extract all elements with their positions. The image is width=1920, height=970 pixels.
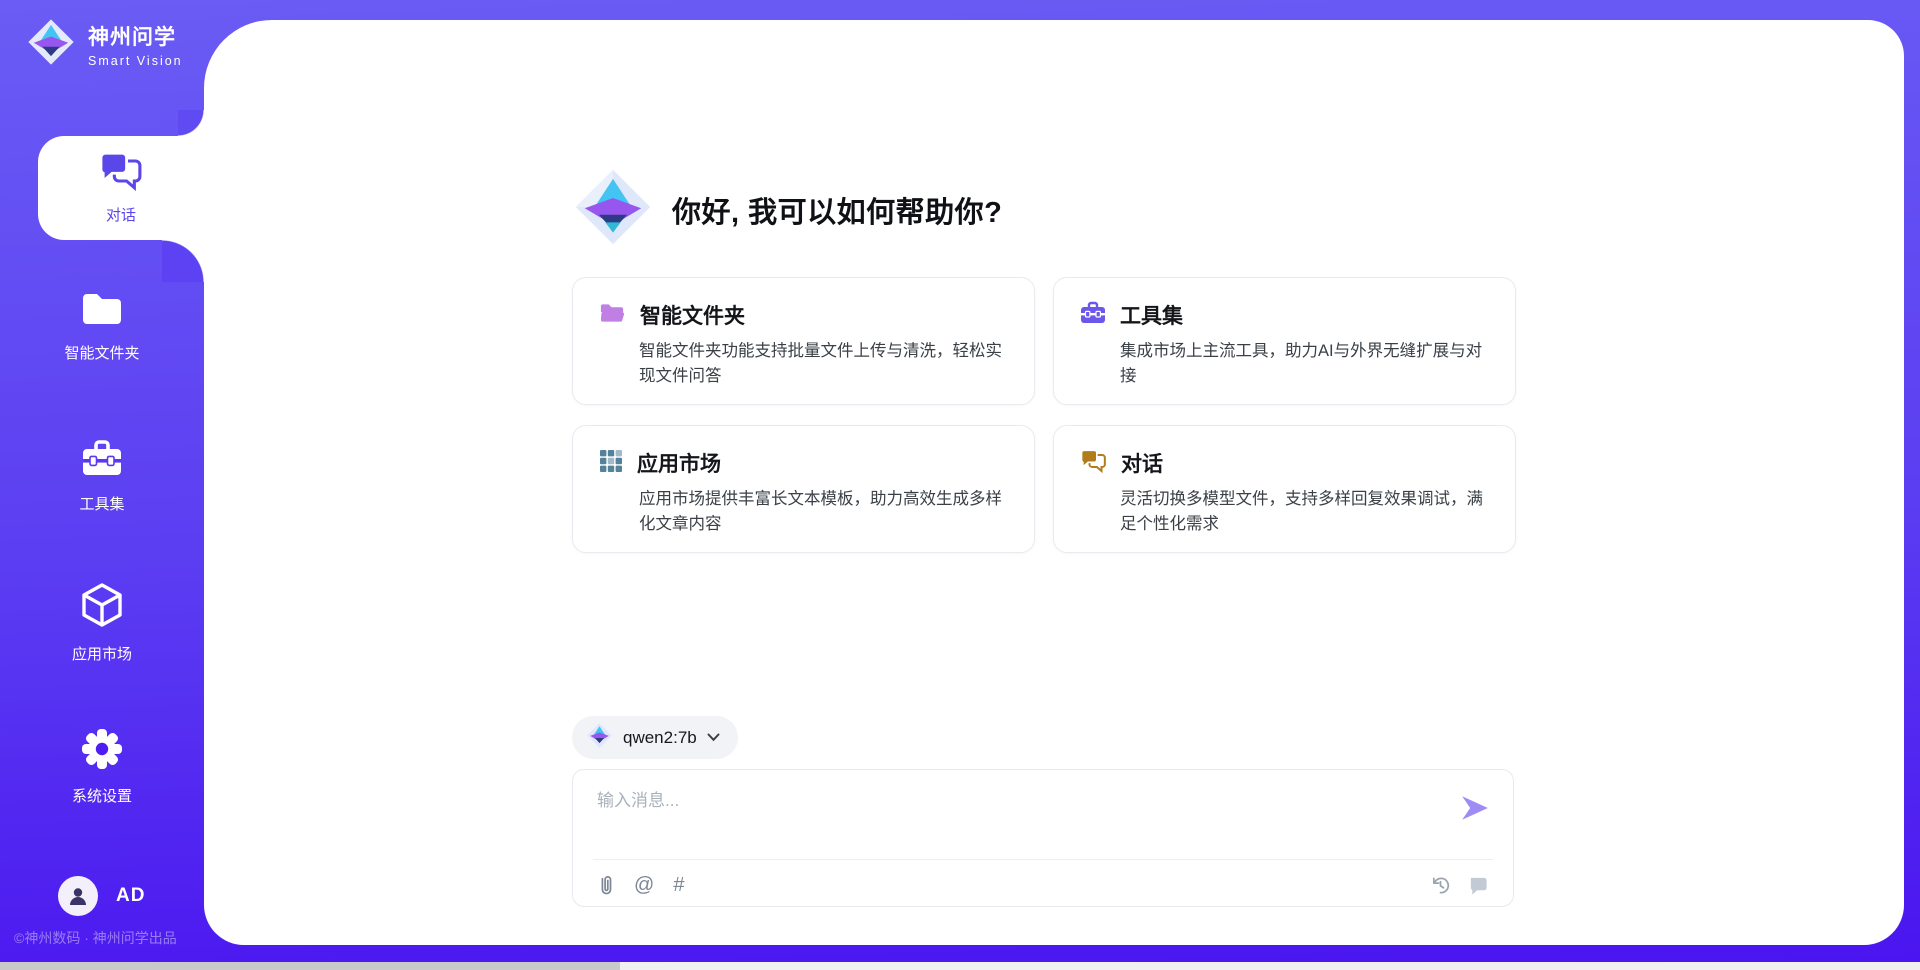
card-description: 智能文件夹功能支持批量文件上传与清洗，轻松实现文件问答	[639, 339, 1008, 389]
topic-button[interactable]: #	[673, 875, 684, 895]
sidebar-item-label: 工具集	[79, 493, 124, 514]
send-button[interactable]	[1459, 794, 1491, 824]
card-chat[interactable]: 对话 灵活切换多模型文件，支持多样回复效果调试，满足个性化需求	[1053, 425, 1516, 553]
card-toolbox[interactable]: 工具集 集成市场上主流工具，助力AI与外界无缝扩展与对接	[1053, 277, 1516, 405]
card-description: 集成市场上主流工具，助力AI与外界无缝扩展与对接	[1120, 339, 1489, 389]
sidebar: 神州问学 Smart Vision 对话 智能文件夹	[0, 0, 204, 970]
main-content: 你好, 我可以如何帮助你? 智能文件夹 智能文件夹功能支持批量文件上传与清洗，轻…	[572, 20, 1516, 945]
avatar	[58, 876, 98, 916]
brand-subtitle: Smart Vision	[88, 54, 183, 68]
chat-bubble-icon	[1468, 884, 1489, 899]
greeting: 你好, 我可以如何帮助你?	[572, 166, 1002, 253]
card-title: 对话	[1121, 448, 1163, 478]
sidebar-item-label: 对话	[106, 204, 136, 225]
sidebar-item-chat[interactable]: 对话	[38, 136, 204, 240]
toolbox-icon	[1080, 300, 1106, 330]
card-title: 应用市场	[637, 448, 721, 478]
brand-name: 神州问学	[88, 21, 183, 51]
chat-icon	[1080, 449, 1107, 478]
sidebar-item-label: 应用市场	[72, 643, 132, 664]
folder-open-icon	[599, 302, 626, 329]
tab-fillet-top	[178, 110, 204, 136]
greeting-logo-diamond-icon	[572, 166, 654, 253]
chat-icon	[98, 151, 144, 196]
card-smart-folder[interactable]: 智能文件夹 智能文件夹功能支持批量文件上传与清洗，轻松实现文件问答	[572, 277, 1035, 405]
cube-icon	[80, 581, 124, 634]
chat-bubble-button[interactable]	[1468, 875, 1489, 896]
sidebar-item-app-market[interactable]: 应用市场	[0, 581, 204, 664]
message-input[interactable]	[597, 786, 1417, 844]
send-icon	[1460, 810, 1490, 825]
sidebar-item-smart-folder[interactable]: 智能文件夹	[0, 290, 204, 363]
user-name: AD	[116, 885, 145, 907]
history-icon	[1430, 884, 1451, 899]
main-panel: 你好, 我可以如何帮助你? 智能文件夹 智能文件夹功能支持批量文件上传与清洗，轻…	[204, 20, 1904, 945]
history-button[interactable]	[1430, 875, 1451, 896]
brand-logo-diamond-icon	[26, 17, 76, 72]
card-app-market[interactable]: 应用市场 应用市场提供丰富长文本模板，助力高效生成多样化文章内容	[572, 425, 1035, 553]
sidebar-item-label: 智能文件夹	[64, 342, 139, 363]
user-profile[interactable]: AD	[58, 876, 145, 916]
card-description: 应用市场提供丰富长文本模板，助力高效生成多样化文章内容	[639, 487, 1008, 537]
greeting-text: 你好, 我可以如何帮助你?	[672, 189, 1002, 231]
copyright: ©神州数码 · 神州问学出品	[14, 928, 177, 948]
toolbox-icon	[79, 437, 125, 484]
paperclip-icon	[597, 885, 615, 900]
model-name: qwen2:7b	[623, 728, 697, 748]
card-title: 工具集	[1120, 300, 1183, 330]
model-logo-diamond-icon	[586, 722, 613, 754]
grid-icon	[599, 449, 623, 478]
folder-icon	[79, 290, 125, 333]
card-title: 智能文件夹	[640, 300, 745, 330]
scrollbar-thumb[interactable]	[0, 962, 620, 970]
feature-cards: 智能文件夹 智能文件夹功能支持批量文件上传与清洗，轻松实现文件问答	[572, 277, 1516, 553]
composer-toolbar: @ #	[597, 870, 1489, 900]
mention-button[interactable]: @	[634, 875, 654, 895]
attach-button[interactable]	[597, 873, 615, 897]
sidebar-item-toolbox[interactable]: 工具集	[0, 437, 204, 514]
sidebar-item-settings[interactable]: 系统设置	[0, 727, 204, 806]
sidebar-item-label: 系统设置	[72, 785, 132, 806]
tab-fillet-bottom	[162, 240, 204, 282]
model-selector[interactable]: qwen2:7b	[572, 716, 738, 759]
message-composer: @ #	[572, 769, 1514, 907]
card-description: 灵活切换多模型文件，支持多样回复效果调试，满足个性化需求	[1120, 487, 1489, 537]
horizontal-scrollbar[interactable]	[0, 962, 1920, 970]
chevron-down-icon	[707, 729, 720, 747]
brand: 神州问学 Smart Vision	[26, 17, 183, 72]
composer-divider	[593, 859, 1493, 860]
gear-icon	[80, 727, 124, 776]
